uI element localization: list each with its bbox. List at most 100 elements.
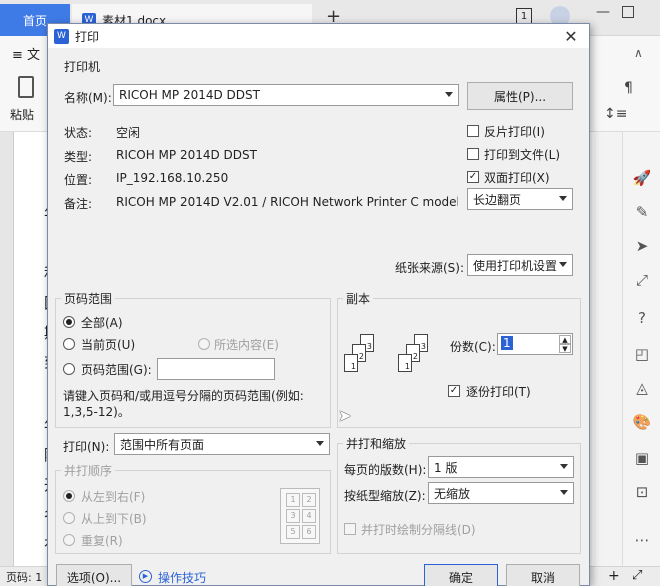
image-icon[interactable]: ▣ bbox=[632, 448, 652, 468]
collate-label[interactable]: 逐份打印(T) bbox=[466, 383, 531, 400]
properties-button[interactable]: 属性(P)... bbox=[467, 82, 573, 110]
options-button[interactable]: 选项(O)... bbox=[56, 564, 132, 586]
top-to-bottom-label: 从上到下(B) bbox=[81, 512, 147, 526]
order-cell: 4 bbox=[302, 509, 316, 523]
spinner-down-icon[interactable]: ▼ bbox=[559, 344, 571, 353]
reverse-print-label[interactable]: 反片打印(I) bbox=[484, 123, 545, 140]
top-to-bottom-radio bbox=[63, 512, 75, 524]
rocket-icon[interactable]: 🚀 bbox=[632, 168, 652, 188]
type-value: RICOH MP 2014D DDST bbox=[116, 148, 257, 162]
palette-icon[interactable]: 🎨 bbox=[632, 412, 652, 432]
scale-label: 按纸型缩放(Z): bbox=[344, 489, 426, 503]
comment-value: RICOH MP 2014D V2.01 / RICOH Network Pri… bbox=[116, 195, 458, 209]
chevron-down-icon bbox=[560, 464, 568, 469]
print-to-file-checkbox[interactable] bbox=[467, 148, 479, 160]
fill-icon[interactable]: ◬ bbox=[632, 378, 652, 398]
all-pages-radio[interactable] bbox=[63, 316, 75, 328]
duplex-label[interactable]: 双面打印(X) bbox=[484, 169, 550, 186]
printer-name-select[interactable]: RICOH MP 2014D DDST bbox=[113, 84, 459, 106]
printer-name-value: RICOH MP 2014D DDST bbox=[119, 88, 260, 102]
collate-preview: 3 2 1 3 2 1 bbox=[344, 334, 434, 394]
main-menu[interactable]: ≡ 文 bbox=[12, 44, 40, 63]
crop-icon[interactable]: ⊡ bbox=[632, 482, 652, 502]
spinner-up-icon[interactable]: ▲ bbox=[559, 335, 571, 344]
print-what-label: 打印(N): bbox=[63, 440, 110, 454]
selection-label: 所选内容(E) bbox=[214, 338, 279, 352]
chevron-down-icon bbox=[316, 441, 324, 446]
chevron-down-icon bbox=[445, 92, 453, 97]
page-range-input[interactable] bbox=[157, 358, 275, 380]
restore-window-icon[interactable] bbox=[622, 6, 634, 18]
order-cell: 2 bbox=[302, 493, 316, 507]
current-page-radio[interactable] bbox=[63, 338, 75, 350]
line-spacing-icon[interactable]: ↕≡ bbox=[604, 106, 627, 122]
scale-value: 无缩放 bbox=[434, 486, 471, 501]
duplex-checkbox[interactable]: ✓ bbox=[467, 171, 479, 183]
print-what-select[interactable]: 范围中所有页面 bbox=[114, 433, 330, 455]
printer-group-label: 打印机 bbox=[64, 60, 101, 74]
dialog-title-bar[interactable]: W 打印 bbox=[48, 24, 589, 48]
pen-icon[interactable]: ✎ bbox=[632, 202, 652, 222]
collapse-ribbon-icon[interactable]: ∧ bbox=[634, 46, 643, 60]
tab-count-badge[interactable]: 1 bbox=[516, 8, 532, 24]
repeat-label: 重复(R) bbox=[81, 534, 123, 548]
cancel-button[interactable]: 取消 bbox=[506, 564, 580, 586]
separator-line-checkbox bbox=[344, 523, 356, 535]
duplex-mode-value: 长边翻页 bbox=[473, 192, 522, 207]
print-to-file-label[interactable]: 打印到文件(L) bbox=[484, 146, 560, 163]
location-label: 位置: bbox=[64, 173, 93, 187]
page-range-radio[interactable] bbox=[63, 363, 75, 375]
minimize-window-icon[interactable]: — bbox=[596, 4, 610, 20]
chevron-down-icon bbox=[559, 262, 567, 267]
more-icon[interactable]: ⋯ bbox=[632, 530, 652, 550]
paper-source-select[interactable]: 使用打印机设置 bbox=[467, 254, 573, 276]
help-icon[interactable]: ? bbox=[632, 308, 652, 328]
print-dialog: W 打印 ✕ 打印机 名称(M): RICOH MP 2014D DDST 属性… bbox=[47, 23, 590, 586]
zoom-group-label: 并打和缩放 bbox=[343, 435, 410, 452]
copies-count-input[interactable]: 1 ▲ ▼ bbox=[497, 333, 573, 355]
printer-name-label: 名称(M): bbox=[64, 91, 112, 105]
print-order-group-label: 并打顺序 bbox=[61, 462, 116, 479]
page-range-label[interactable]: 页码范围(G): bbox=[81, 361, 152, 378]
ok-button[interactable]: 确定 bbox=[424, 564, 498, 586]
scale-select[interactable]: 无缩放 bbox=[428, 482, 574, 504]
repeat-radio bbox=[63, 534, 75, 546]
copies-group-label: 副本 bbox=[343, 290, 374, 307]
order-cell: 5 bbox=[286, 525, 300, 539]
paste-label[interactable]: 粘贴 bbox=[10, 106, 34, 123]
duplex-mode-select[interactable]: 长边翻页 bbox=[467, 188, 573, 210]
order-cell: 1 bbox=[286, 493, 300, 507]
pages-per-sheet-label: 每页的版数(H): bbox=[344, 463, 427, 477]
fullscreen-icon[interactable]: ⤢ bbox=[632, 568, 642, 583]
tips-link[interactable]: 操作技巧 bbox=[158, 569, 206, 586]
vertical-ruler bbox=[0, 132, 14, 572]
all-pages-label[interactable]: 全部(A) bbox=[81, 314, 123, 331]
page-range-group-label: 页码范围 bbox=[61, 290, 116, 307]
comment-label: 备注: bbox=[64, 197, 93, 211]
paragraph-icon[interactable]: ¶ bbox=[624, 80, 633, 96]
close-icon[interactable]: ✕ bbox=[561, 26, 581, 46]
paste-icon[interactable] bbox=[18, 76, 34, 98]
paper-source-label: 纸张来源(S): bbox=[395, 261, 465, 275]
wps-writer-icon: W bbox=[54, 28, 69, 44]
play-circle-icon[interactable]: ▶ bbox=[139, 570, 152, 583]
pages-per-sheet-value: 1 版 bbox=[434, 460, 458, 475]
pointer-icon[interactable]: ➤ bbox=[632, 236, 652, 256]
copies-count-value: 1 bbox=[501, 336, 513, 350]
paper-source-value: 使用打印机设置 bbox=[473, 258, 558, 273]
print-what-value: 范围中所有页面 bbox=[120, 437, 205, 452]
reverse-print-checkbox[interactable] bbox=[467, 125, 479, 137]
status-value: 空闲 bbox=[116, 126, 141, 140]
shapes-icon[interactable]: ◰ bbox=[632, 344, 652, 364]
separator-line-label: 并打时绘制分隔线(D) bbox=[361, 523, 476, 537]
order-cell: 6 bbox=[302, 525, 316, 539]
selection-radio bbox=[198, 338, 210, 350]
zoom-in-icon[interactable]: + bbox=[608, 568, 620, 584]
left-to-right-radio bbox=[63, 490, 75, 502]
pages-per-sheet-select[interactable]: 1 版 bbox=[428, 456, 574, 478]
collate-checkbox[interactable]: ✓ bbox=[448, 385, 460, 397]
current-page-label[interactable]: 当前页(U) bbox=[81, 336, 135, 353]
type-label: 类型: bbox=[64, 150, 93, 164]
dialog-title: 打印 bbox=[75, 29, 100, 44]
expand-icon[interactable]: ⤢ bbox=[632, 270, 652, 290]
